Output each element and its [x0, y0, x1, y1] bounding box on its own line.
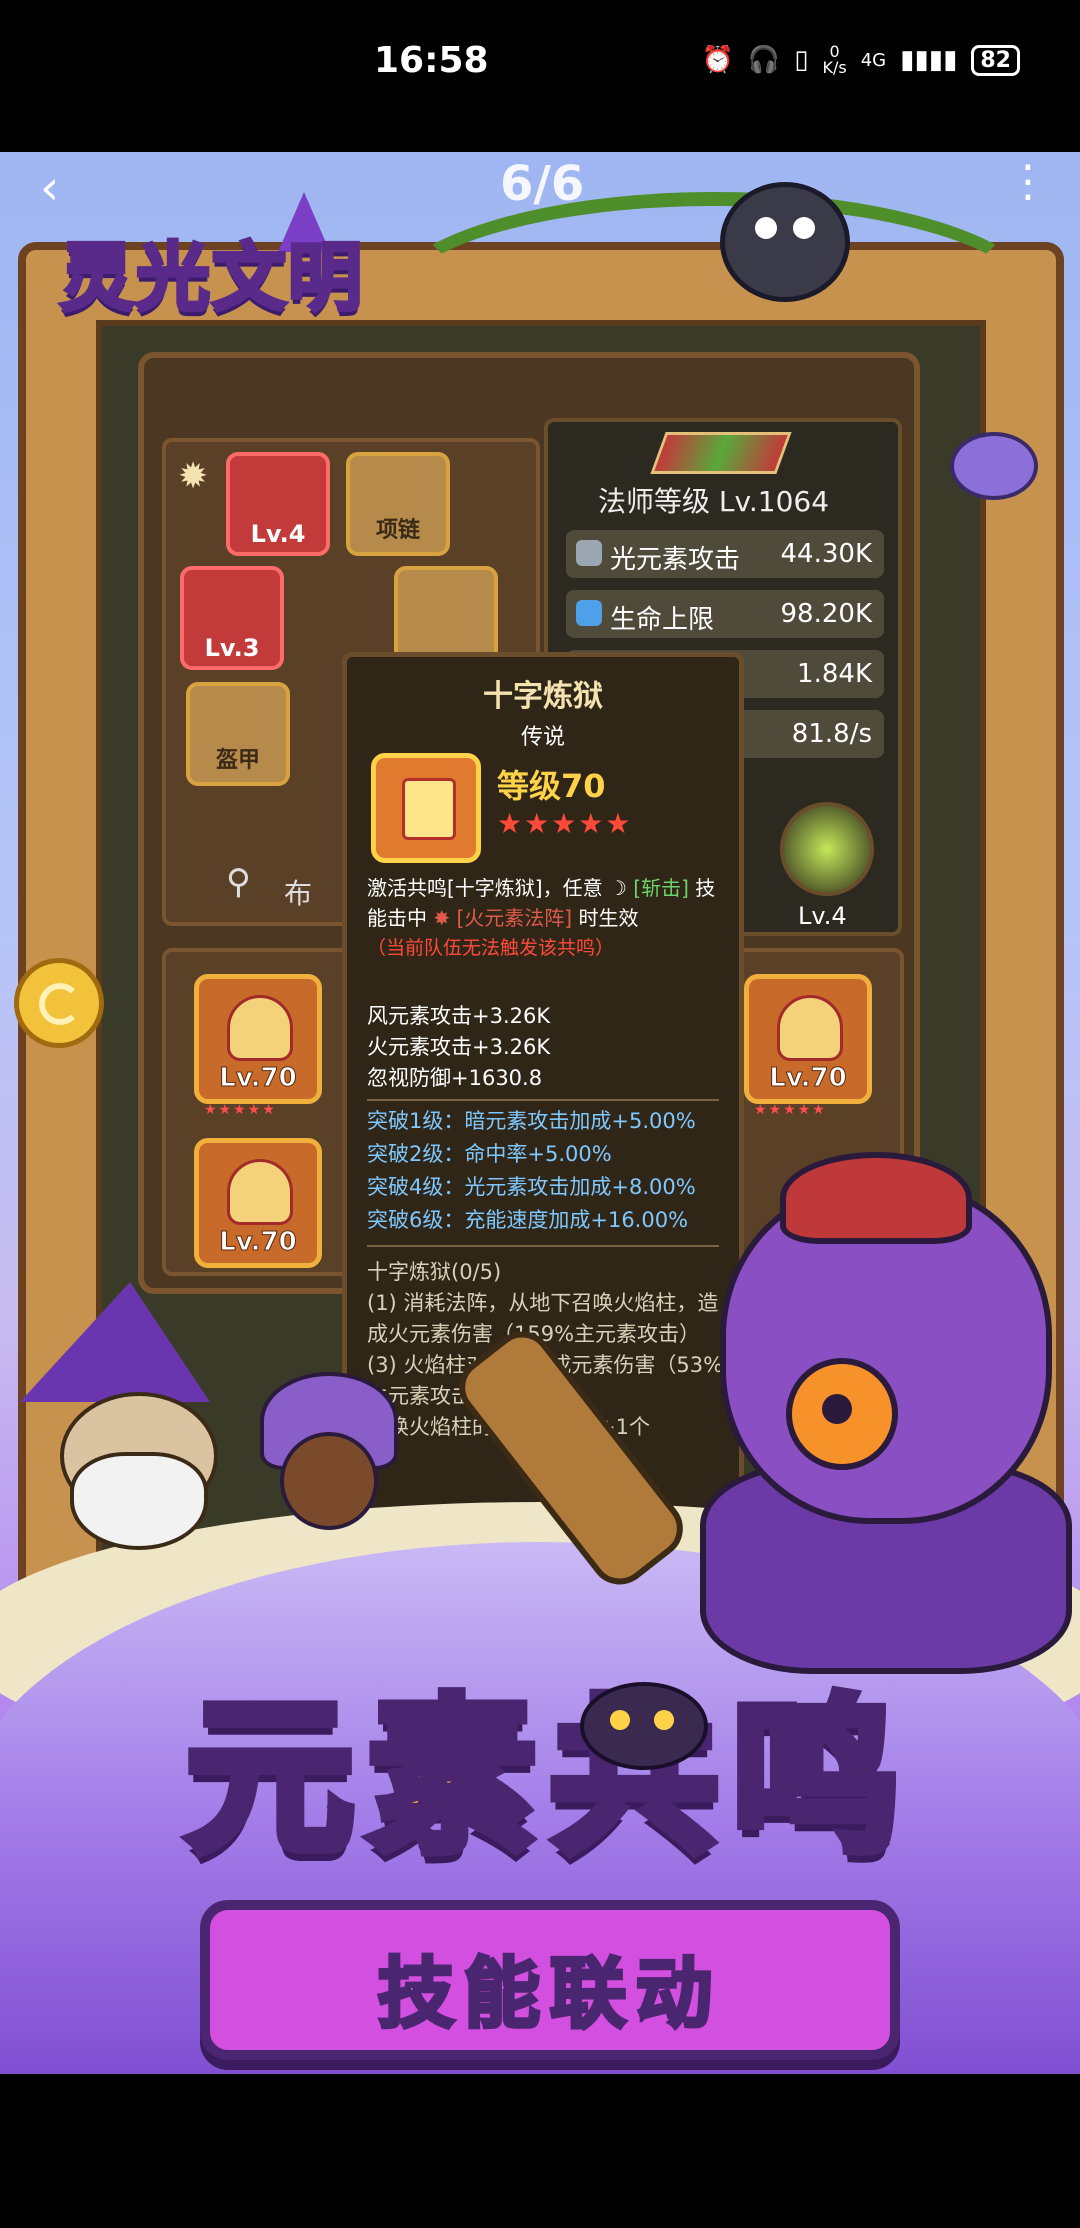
desc-text: 时生效	[578, 906, 639, 930]
headphones-icon: 🎧	[747, 45, 781, 75]
image-viewer[interactable]: ‹ 6/6 ⋮ 灵光文明 ✹ Lv.4 项链 Lv.3 盔甲 ⚲ 布 法师等级 …	[0, 152, 1080, 2074]
health-icon	[576, 600, 602, 626]
slot-level: Lv.3	[204, 634, 260, 662]
crest-icon	[777, 995, 843, 1061]
rank-gem-icon	[650, 432, 792, 474]
attr-line: 风元素攻击+3.26K	[367, 1004, 551, 1028]
equipment-slot-weapon[interactable]: Lv.4	[226, 452, 330, 556]
alarm-icon: ⏰	[701, 45, 734, 75]
sun-icon: ✹	[178, 456, 209, 497]
net-speed: 0 K/s	[822, 42, 847, 77]
warrior-character	[250, 1372, 400, 1552]
stat-value: 44.30K	[780, 539, 872, 569]
more-vertical-icon: ⋮	[1006, 156, 1050, 207]
title-char: 素	[363, 1675, 550, 1881]
image-counter: 6/6	[500, 156, 585, 212]
breakthrough-line: 突破2级：命中率+5.00%	[367, 1142, 612, 1166]
tooltip-warning: （当前队伍无法触发该共鸣）	[367, 937, 615, 959]
breakthrough-line: 突破1级：暗元素攻击加成+5.00%	[367, 1109, 696, 1133]
stat-name: 光元素攻击	[610, 545, 741, 575]
stat-value: 81.8/s	[791, 719, 872, 749]
stat-value: 1.84K	[797, 659, 872, 689]
skill-line: (1) 消耗法阵，从地下召唤火焰柱，造成火元素伤害（159%主元素攻击）	[367, 1291, 719, 1346]
attr-line: 火元素攻击+3.26K	[367, 1035, 551, 1059]
staff-icon: ⚲	[226, 862, 251, 902]
logo-text: 灵光文明	[58, 233, 364, 323]
crest-icon	[227, 995, 293, 1061]
card-level: Lv.70	[219, 1063, 297, 1094]
slot-name: 项链	[375, 518, 420, 543]
status-time: 16:58	[374, 40, 489, 81]
stat-row: 光元素攻击 44.30K	[566, 530, 884, 578]
card-level: Lv.70	[769, 1063, 847, 1094]
breakthrough-line: 突破4级：光元素攻击加成+8.00%	[367, 1175, 696, 1199]
slot-name: 盔甲	[215, 748, 260, 773]
partial-label: 布	[284, 877, 313, 910]
bat-creature	[950, 432, 1038, 500]
more-button[interactable]: ⋮	[1006, 156, 1050, 207]
light-attack-icon	[576, 540, 602, 566]
status-icons: ⏰ 🎧 ▯ 0 K/s 4G ▮▮▮▮ 82	[701, 44, 1020, 76]
resonance-card[interactable]: Lv.70	[744, 974, 872, 1104]
card-stars: ★★★★★	[754, 1102, 827, 1118]
bottom-area	[0, 2074, 1080, 2228]
promo-title: 元素共鸣	[60, 1642, 1040, 1885]
network-type: 4G	[860, 49, 887, 71]
attr-line: 忽视防御+1630.8	[367, 1066, 543, 1090]
stat-name: 生命上限	[610, 605, 715, 635]
slash-icon: ☽	[608, 876, 627, 900]
stat-row: 生命上限 98.20K	[566, 590, 884, 638]
tooltip-breakthroughs: 突破1级：暗元素攻击加成+5.00% 突破2级：命中率+5.00% 突破4级：光…	[367, 1105, 696, 1237]
desc-red: [火元素法阵]	[456, 906, 573, 930]
moon-side-button[interactable]	[14, 958, 104, 1048]
promo-subtitle: 技能联动	[376, 1947, 722, 2040]
equipment-slot-helmet[interactable]: Lv.3	[180, 566, 284, 670]
battery-icon: 82	[971, 44, 1020, 76]
equipment-slot-necklace[interactable]: 项链	[346, 452, 450, 556]
stat-value: 98.20K	[780, 599, 872, 629]
card-stars: ★★★★★	[204, 1102, 277, 1118]
pet-orb-icon	[780, 802, 874, 896]
slot-level: Lv.4	[250, 520, 306, 548]
tooltip-attributes: 风元素攻击+3.26K 火元素攻击+3.26K 忽视防御+1630.8	[367, 1001, 550, 1094]
cross-emblem-icon	[371, 753, 481, 863]
desc-text: 激活共鸣[十字炼狱]，任意	[367, 876, 603, 900]
vibrate-icon: ▯	[794, 45, 809, 75]
equipment-slot-armor[interactable]: 盔甲	[186, 682, 290, 786]
crest-icon	[227, 1159, 293, 1225]
resonance-card[interactable]: Lv.70	[194, 974, 322, 1104]
signal-icon: ▮▮▮▮	[900, 45, 958, 75]
viewer-topbar: ‹ 6/6 ⋮	[0, 152, 1080, 216]
back-button[interactable]: ‹	[40, 160, 59, 216]
skill-title: 十字炼狱(0/5)	[367, 1260, 502, 1284]
breakthrough-line: 突破6级：充能速度加成+16.00%	[367, 1208, 689, 1232]
chevron-left-icon: ‹	[40, 160, 60, 216]
bat-mascot-icon	[580, 1682, 708, 1770]
status-bar: 16:58 ⏰ 🎧 ▯ 0 K/s 4G ▮▮▮▮ 82	[0, 0, 1080, 152]
tooltip-rarity: 传说	[520, 725, 565, 750]
title-char: 鸣	[727, 1675, 914, 1881]
ogre-character	[700, 1122, 1072, 1674]
title-char: 元	[181, 1675, 368, 1881]
vine-decoration	[380, 192, 1048, 420]
tooltip-stars: ★★★★★	[497, 807, 633, 840]
divider	[367, 1099, 719, 1101]
promo-banner: 技能联动	[200, 1900, 900, 2060]
pet-level: Lv.4	[798, 902, 847, 930]
divider	[367, 1245, 719, 1247]
tooltip-title: 十字炼狱	[483, 679, 603, 714]
resonance-card[interactable]: Lv.70	[194, 1138, 322, 1268]
desc-green: [斩击]	[633, 876, 689, 900]
wizard-character	[20, 1282, 230, 1550]
mage-rank: 法师等级 Lv.1064	[598, 485, 830, 518]
card-level: Lv.70	[219, 1227, 297, 1258]
fire-rune-icon: ✸	[433, 906, 451, 930]
tooltip-level: 等级70	[497, 767, 606, 805]
tooltip-description: 激活共鸣[十字炼狱]，任意 ☽ [斩击] 技能击中 ✸ [火元素法阵] 时生效 …	[367, 873, 725, 963]
